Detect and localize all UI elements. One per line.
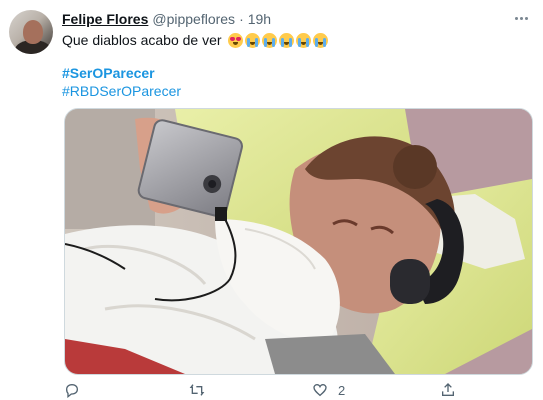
avatar-face-shape — [23, 20, 43, 44]
hashtag-link-seroparecer[interactable]: #SerOParecer — [62, 64, 155, 82]
tweet-card[interactable]: Felipe Flores @pippeflores · 19h Que dia… — [0, 0, 543, 400]
tweet-header: Felipe Flores @pippeflores · 19h — [62, 10, 271, 28]
retweet-icon — [189, 384, 205, 396]
hashtag-link-rbdseroparecer[interactable]: #RBDSerOParecer — [62, 82, 181, 100]
like-count: 2 — [338, 382, 346, 398]
share-button[interactable] — [440, 380, 456, 400]
retweet-button[interactable] — [189, 380, 205, 400]
tweet-text-content: Que diablos acabo de ver — [62, 32, 222, 48]
avatar[interactable] — [9, 10, 53, 54]
reply-button[interactable] — [64, 380, 80, 400]
tweet-photo[interactable] — [64, 108, 533, 375]
author-handle[interactable]: @pippeflores — [152, 10, 235, 28]
crying-face-emoji-icon — [312, 32, 328, 48]
tweet-actions: 2 — [62, 380, 482, 400]
like-button[interactable]: 2 — [312, 380, 345, 400]
more-options-icon[interactable] — [511, 10, 531, 26]
tweet-timestamp[interactable]: 19h — [248, 10, 271, 28]
tweet-text: Que diablos acabo de ver — [62, 30, 328, 50]
reply-icon — [65, 383, 79, 398]
crying-face-emoji-icon — [244, 32, 260, 48]
crying-face-emoji-icon — [278, 32, 294, 48]
author-name[interactable]: Felipe Flores — [62, 10, 148, 28]
header-separator: · — [239, 11, 244, 27]
share-icon — [442, 383, 454, 396]
crying-face-emoji-icon — [261, 32, 277, 48]
heart-icon — [313, 383, 327, 397]
crying-face-emoji-icon — [295, 32, 311, 48]
photo-illustration — [65, 109, 532, 374]
heart-eyes-emoji-icon — [227, 32, 243, 48]
